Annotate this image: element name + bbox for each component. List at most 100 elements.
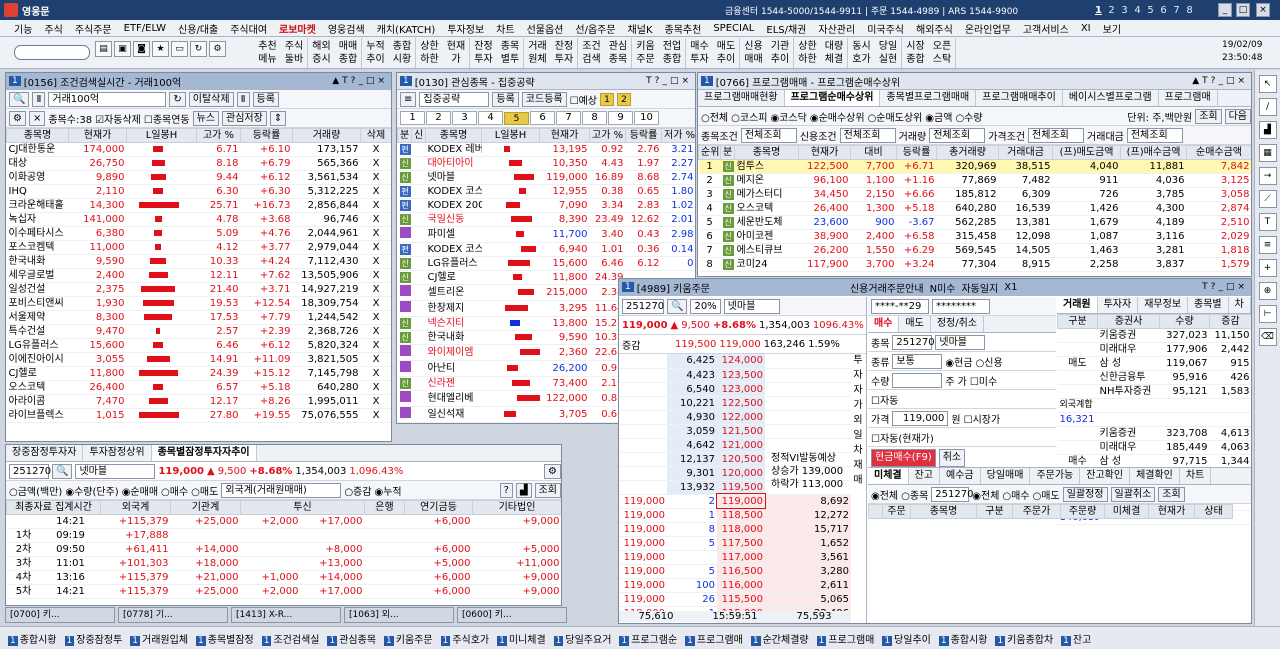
page-3[interactable]: 3 — [1118, 5, 1131, 16]
view-1[interactable]: 1 — [599, 92, 614, 106]
program-tab[interactable]: 프로그램매매현황 — [698, 90, 785, 106]
table-row[interactable]: 라이브플렉스 1,015 27.80 +19.55 75,076,555 X — [6, 408, 391, 423]
table-row[interactable]: 3 신 메가스터디 34,450 2,150 +6.66 185,812 6,309 726 3,… — [698, 187, 1251, 202]
menu-item[interactable]: 차트 — [490, 21, 520, 36]
table-row[interactable]: 한국내화 9,590 10.33 +4.24 7,112,430 X — [6, 254, 391, 269]
lock-icon[interactable]: ▣ — [114, 41, 131, 57]
auto-delete-checkbox[interactable]: ☑자동삭제 — [95, 111, 141, 126]
quick-button[interactable]: 신용 매매 — [740, 38, 767, 68]
chart-icon[interactable]: ▟ — [1258, 121, 1277, 139]
taskbar-item[interactable]: 1 프로그램매 — [815, 631, 877, 646]
delete-button[interactable]: X — [360, 268, 391, 283]
taskbar-item[interactable]: 1 프로그램순 — [617, 631, 679, 646]
quick-button[interactable]: 매매 종합 — [335, 38, 362, 68]
side-tab[interactable]: 투 — [851, 353, 865, 368]
view-2[interactable]: 2 — [616, 92, 631, 106]
minimized-window[interactable]: [0778] 기... — [118, 607, 228, 623]
opt-all[interactable]: ◉전체 — [871, 487, 898, 502]
menu-item[interactable]: 선/옵주문 — [569, 21, 621, 36]
code-input[interactable]: 251270 — [9, 463, 51, 479]
quick-button[interactable]: 잔정 투자 — [551, 38, 578, 68]
credit-guide-link[interactable]: 신용거래주문안내 — [850, 280, 924, 295]
table-row[interactable]: 아라이콤 7,470 12.17 +8.26 1,995,011 X — [6, 394, 391, 409]
taskbar-item[interactable]: 1 순간체결량 — [749, 631, 811, 646]
bid-row[interactable]: 119,000 8 118,000 15,717 — [619, 522, 851, 537]
delete-button[interactable]: X — [360, 240, 391, 255]
table-row[interactable]: 2 신 메지온 96,100 1,100 +1.16 77,869 7,482 911 4,036… — [698, 173, 1251, 188]
table-row[interactable]: 편 KODEX 200 7,090 3.34 2.83 1.02 — [397, 198, 695, 213]
filter-select[interactable]: 전체조회 — [1126, 127, 1183, 143]
close-button[interactable]: × — [1256, 3, 1270, 17]
taskbar-item[interactable]: 1 관심종목 — [325, 631, 378, 646]
grid-icon[interactable]: ▦ — [1258, 144, 1277, 162]
table-row[interactable]: LG유플러스 15,600 6.46 +6.12 5,820,324 X — [6, 338, 391, 353]
opt-sell[interactable]: ○매도 — [191, 483, 218, 498]
opt-netsell[interactable]: ○순매도상위 — [868, 109, 923, 124]
link-checkbox[interactable]: ☐종목연동 — [144, 111, 190, 126]
search-icon[interactable]: 🔍 — [667, 298, 688, 314]
quick-button[interactable]: 종합 시황 — [389, 38, 416, 68]
menu-item[interactable]: XI — [1075, 23, 1097, 34]
credit-radio[interactable]: ○신용 — [976, 354, 1003, 369]
table-row[interactable]: 1차 09:19 +17,888 — [6, 528, 561, 543]
opt-all2[interactable]: ◉전체 — [972, 487, 999, 502]
table-row[interactable]: CJ헬로 11,800 24.39 +15.12 7,145,798 X — [6, 366, 391, 381]
menu-item[interactable]: 주식주문 — [69, 21, 118, 36]
cursor-icon[interactable]: ↖ — [1258, 75, 1277, 93]
search-icon[interactable]: 🔍 — [9, 91, 30, 107]
account-select[interactable]: ****-**29 — [871, 298, 929, 314]
select-all-checkbox[interactable] — [868, 504, 883, 519]
filter-select[interactable]: 전체조회 — [1028, 127, 1085, 143]
balance-tab[interactable]: 차트 — [1180, 468, 1212, 484]
delete-button[interactable]: X — [360, 254, 391, 269]
page-6[interactable]: 6 — [1157, 5, 1170, 16]
program-tab[interactable]: 종목별프로그램매매 — [880, 90, 977, 106]
quick-button[interactable]: 누적 추이 — [362, 38, 389, 68]
minimized-window[interactable]: [1063] 외... — [344, 607, 454, 623]
group-tab[interactable]: 6 — [530, 111, 555, 125]
page-1[interactable]: 1 — [1092, 5, 1105, 16]
side-tab[interactable]: 자 — [851, 368, 865, 383]
window-icon[interactable]: ▭ — [171, 41, 188, 57]
side-tab[interactable]: 차 — [851, 443, 865, 458]
menu-item[interactable]: 선물옵션 — [521, 21, 570, 36]
table-row[interactable]: 세우글로벌 2,400 12.11 +7.62 13,505,906 X — [6, 268, 391, 283]
delete-button[interactable]: X — [360, 198, 391, 213]
table-row[interactable]: 8 신 코미24 117,900 3,700 +3.24 77,304 8,915 2,258 3… — [698, 257, 1251, 272]
window-controls[interactable]: ▲T?_□× — [332, 76, 391, 86]
taskbar-item[interactable]: 1 키움주문 — [382, 631, 435, 646]
table-row[interactable]: 편 KODEX 레버 13,195 0.92 2.76 3.21 — [397, 142, 695, 157]
group-tab[interactable]: 3 — [452, 111, 477, 125]
x1-label[interactable]: X1 — [1004, 282, 1017, 293]
refresh-icon[interactable]: ↻ — [190, 41, 207, 57]
menu-item[interactable]: 온라인업무 — [959, 21, 1017, 36]
broker-tab[interactable]: 거래원 — [1057, 297, 1098, 313]
modify-all-button[interactable]: 일괄정정 — [1062, 486, 1108, 502]
delete-button[interactable]: X — [360, 380, 391, 395]
delete-button[interactable]: X — [360, 212, 391, 227]
table-row[interactable]: 포비스티앤씨 1,930 19.53 +12.54 18,309,754 X — [6, 296, 391, 311]
code-input[interactable]: 251270 — [931, 486, 973, 502]
opt-qty[interactable]: ○수량 — [955, 109, 982, 124]
zoom-icon[interactable]: ⊕ — [1258, 282, 1277, 300]
delete-button[interactable]: X — [360, 156, 391, 171]
quick-button[interactable]: 상한 하한 — [416, 38, 443, 68]
type-select[interactable]: 보통 — [892, 353, 943, 369]
table-row[interactable]: 대상 26,750 8.18 +6.79 565,366 X — [6, 156, 391, 171]
side-tab[interactable]: 매 — [851, 473, 865, 488]
table-row[interactable]: 1 신 컴투스 122,500 7,700 +6.71 320,969 38,515 4,040… — [698, 159, 1251, 174]
opt-net[interactable]: ◉순매매 — [122, 483, 158, 498]
table-row[interactable]: 4 신 오스코텍 26,400 1,300 +5.18 640,280 16,539 1,426… — [698, 201, 1251, 216]
opt-stock[interactable]: ○종목 — [901, 487, 928, 502]
taskbar-item[interactable]: 1 장중잠정투 — [63, 631, 125, 646]
menu-item[interactable]: 주식 — [38, 21, 68, 36]
filter-select[interactable]: 전체조회 — [740, 127, 797, 143]
chart-button[interactable]: 차 — [1229, 297, 1251, 313]
investor-tab[interactable]: 장중잠정투자자 — [6, 445, 84, 461]
table-row[interactable]: 7 신 에스티큐브 26,200 1,550 +6.29 569,545 14,505 1,46… — [698, 243, 1251, 258]
table-row[interactable]: 녹십자 141,000 4.78 +3.68 96,746 X — [6, 212, 391, 227]
quick-button[interactable]: 종목 별투 — [497, 38, 524, 68]
quick-button[interactable]: 매도 추이 — [713, 38, 740, 68]
side-tab[interactable]: 재 — [851, 458, 865, 473]
menu-item[interactable]: 채널K — [622, 21, 659, 36]
